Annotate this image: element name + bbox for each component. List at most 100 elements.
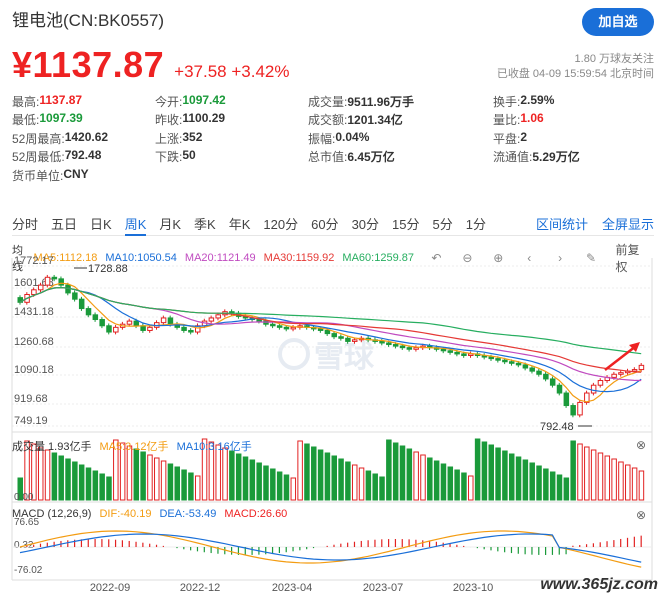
stat-label: 今开: bbox=[155, 94, 183, 109]
volume-bar bbox=[461, 472, 467, 501]
stock-title: 锂电池(CN:BK0557) bbox=[12, 11, 165, 30]
candle-body bbox=[256, 319, 262, 322]
stat-item: 振幅: 0.04% bbox=[308, 130, 493, 147]
candle-body bbox=[78, 298, 85, 310]
ma10-value: MA10:1050.54 bbox=[105, 252, 177, 264]
candle-body bbox=[570, 405, 576, 416]
period-tab[interactable]: 15分 bbox=[392, 214, 419, 236]
draw-tool-icon[interactable]: ✎ bbox=[583, 251, 600, 265]
candle-body bbox=[31, 289, 37, 295]
volume-bar bbox=[140, 451, 146, 501]
macd-value: MACD:26.60 bbox=[224, 508, 288, 520]
candle-body bbox=[556, 384, 563, 394]
candle-body bbox=[440, 348, 447, 352]
macd-legend: MACD (12,26,9) DIF:-40.19 DEA:-53.49 MAC… bbox=[12, 508, 654, 522]
candle-body bbox=[447, 350, 454, 353]
y-tick-label: 1431.18 bbox=[14, 306, 54, 318]
stats-grid: 最高: 1137.87 今开: 1097.42 成交量: 9511.96万手 换手: 2.59… bbox=[12, 92, 652, 185]
candle-body bbox=[154, 322, 160, 328]
volume-bar bbox=[51, 452, 58, 501]
interval-stats-link[interactable]: 区间统计 bbox=[536, 214, 588, 235]
followers-count: 1.80 万球友关注 bbox=[574, 53, 654, 65]
volume-bar bbox=[433, 460, 440, 501]
period-tab[interactable]: 5分 bbox=[433, 214, 453, 236]
candle-body bbox=[188, 329, 194, 333]
stat-label: 成交额: bbox=[308, 113, 348, 128]
low-marker-label: 792.48 bbox=[540, 421, 574, 433]
candle-body bbox=[543, 373, 549, 380]
volume-bar bbox=[58, 455, 64, 501]
period-tab[interactable]: 周K bbox=[124, 214, 147, 236]
volume-bar bbox=[229, 450, 235, 501]
x-tick-label: 2023-04 bbox=[272, 582, 312, 594]
candle-body bbox=[283, 326, 290, 330]
volume-bar bbox=[324, 452, 331, 501]
volume-bar bbox=[427, 457, 433, 501]
stat-label: 换手: bbox=[493, 94, 521, 109]
candle-body bbox=[297, 325, 303, 328]
xueqiu-logo-icon bbox=[278, 338, 310, 370]
stat-value: 1420.62 bbox=[64, 129, 109, 144]
period-tab[interactable]: 五日 bbox=[51, 214, 77, 236]
volume-bar bbox=[379, 476, 385, 501]
candle-body bbox=[406, 347, 413, 350]
quote-meta: 1.80 万球友关注 已收盘 04-09 15:59:54 北京时间 bbox=[497, 52, 654, 82]
candle-body bbox=[597, 380, 604, 386]
candle-body bbox=[290, 326, 297, 330]
stat-label: 上涨: bbox=[155, 131, 183, 146]
volume-bar bbox=[502, 450, 508, 501]
add-watchlist-button[interactable]: 加自选 bbox=[582, 8, 654, 36]
volume-bar bbox=[508, 453, 515, 501]
volume-bar bbox=[447, 466, 454, 501]
stat-value: 9511.96万手 bbox=[347, 94, 415, 109]
candle-body bbox=[584, 392, 590, 403]
volume-bar bbox=[92, 470, 99, 501]
candle-body bbox=[549, 378, 556, 386]
period-tab[interactable]: 季K bbox=[194, 214, 216, 236]
volume-bar bbox=[160, 460, 167, 501]
volume-bar bbox=[372, 473, 378, 501]
y-tick-label: 1601.68 bbox=[14, 277, 54, 289]
candle-body bbox=[194, 325, 201, 333]
period-tab[interactable]: 日K bbox=[90, 214, 112, 236]
volume-bar bbox=[556, 474, 563, 501]
ma20-value: MA20:1121.49 bbox=[184, 252, 256, 264]
stat-item: 今开: 1097.42 bbox=[155, 93, 308, 110]
period-tab[interactable]: 年K bbox=[229, 214, 251, 236]
period-tab[interactable]: 分时 bbox=[12, 214, 38, 236]
period-tab[interactable]: 1分 bbox=[466, 214, 486, 236]
undo-icon[interactable]: ↶ bbox=[428, 251, 445, 265]
candle-body bbox=[495, 358, 501, 361]
volume-bar bbox=[331, 455, 337, 501]
period-tab[interactable]: 30分 bbox=[352, 214, 379, 236]
period-tab[interactable]: 月K bbox=[159, 214, 181, 236]
restore-toggle[interactable]: 前复权 bbox=[616, 241, 646, 275]
scroll-right-icon[interactable]: › bbox=[552, 251, 569, 265]
ma-legend: 均线 MA5:1112.18 MA10:1050.54 MA20:1121.49… bbox=[12, 241, 654, 275]
macd-collapse-icon[interactable]: ⊗ bbox=[636, 508, 646, 522]
candle-body bbox=[529, 367, 535, 372]
volume-bar bbox=[604, 455, 611, 501]
ma-label: 均线 bbox=[12, 245, 23, 273]
stat-label: 量比: bbox=[493, 113, 521, 128]
period-tab[interactable]: 120分 bbox=[263, 214, 298, 236]
volume-bar bbox=[290, 477, 297, 501]
fullscreen-link[interactable]: 全屏显示 bbox=[602, 214, 654, 235]
stat-value: 50 bbox=[182, 148, 196, 163]
volume-collapse-icon[interactable]: ⊗ bbox=[636, 438, 646, 454]
candle-body bbox=[508, 361, 515, 364]
volume-bar bbox=[78, 464, 85, 501]
zoom-in-icon[interactable]: ⊕ bbox=[490, 251, 507, 265]
scroll-left-icon[interactable]: ‹ bbox=[521, 251, 538, 265]
volume-bar bbox=[563, 477, 570, 501]
period-tab[interactable]: 60分 bbox=[311, 214, 338, 236]
candle-body bbox=[618, 372, 624, 375]
chart-controls: ↶ ⊖ ⊕ ‹ › ✎ 前复权 bbox=[422, 241, 654, 275]
candle-body bbox=[44, 276, 51, 286]
zoom-out-icon[interactable]: ⊖ bbox=[459, 251, 476, 265]
stat-label: 振幅: bbox=[308, 131, 336, 146]
y-tick-label: 919.68 bbox=[14, 393, 48, 405]
stat-item: 昨收: 1100.29 bbox=[155, 111, 308, 128]
xueqiu-watermark: 雪球 bbox=[278, 332, 374, 376]
ma5-value: MA5:1112.18 bbox=[33, 252, 98, 264]
